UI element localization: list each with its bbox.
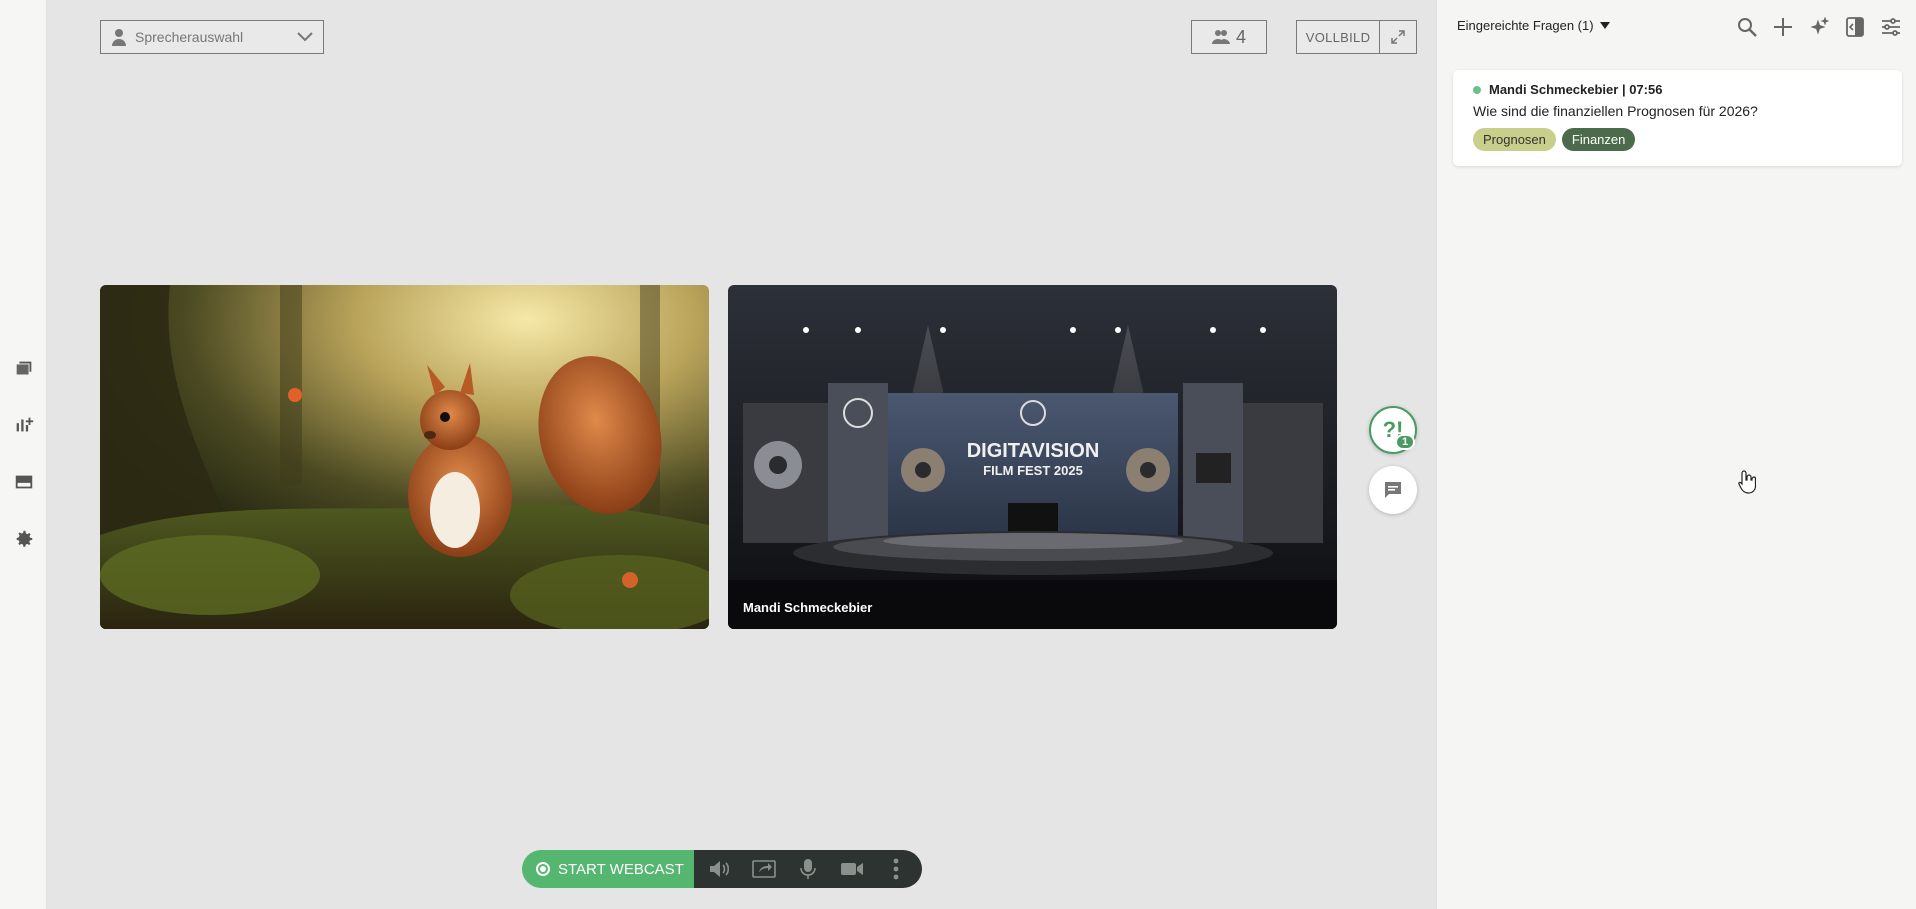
questions-filter-dropdown[interactable]: Eingereichte Fragen (1) — [1457, 18, 1610, 33]
question-tags: Prognosen Finanzen — [1473, 128, 1882, 151]
chevron-down-icon — [297, 32, 313, 42]
film-fest-stage-image: DIGITAVISION FILM FEST 2025 — [728, 285, 1337, 629]
more-options-button[interactable] — [884, 857, 908, 881]
left-rail — [0, 0, 47, 909]
fullscreen-button[interactable]: VOLLBILD — [1296, 20, 1417, 54]
search-icon — [1738, 18, 1757, 37]
speaker-user-icon — [112, 29, 126, 46]
sliders-icon — [1882, 18, 1900, 36]
stage-banner-line1: DIGITAVISION — [967, 440, 1100, 462]
questions-panel: Eingereichte Fragen (1) Mandi Schmeckebi… — [1436, 0, 1916, 909]
hand-cursor-icon — [1738, 470, 1756, 494]
record-icon — [536, 862, 550, 876]
questions-toolbar — [1736, 16, 1902, 38]
plus-icon — [1774, 18, 1792, 36]
video-tile-2-name: Mandi Schmeckebier — [743, 600, 873, 615]
status-dot — [1473, 85, 1481, 94]
share-screen-button[interactable] — [752, 857, 776, 881]
poll-add-icon[interactable] — [12, 413, 36, 437]
questions-fab-button[interactable]: ?! 1 — [1369, 406, 1417, 454]
add-question-button[interactable] — [1772, 16, 1794, 38]
settings-gear-icon[interactable] — [12, 527, 36, 551]
ai-sparkle-button[interactable] — [1808, 16, 1830, 38]
squirrel-forest-image — [100, 285, 709, 629]
search-button[interactable] — [1736, 16, 1758, 38]
participants-count: 4 — [1235, 26, 1246, 47]
speaker-volume-button[interactable] — [708, 857, 732, 881]
chat-icon — [1385, 482, 1401, 498]
microphone-button[interactable] — [796, 857, 820, 881]
questions-panel-title: Eingereichte Fragen (1) — [1457, 18, 1594, 33]
stage-banner-line2: FILM FEST 2025 — [983, 463, 1083, 478]
camera-button[interactable] — [840, 857, 864, 881]
panel-collapse-icon — [1846, 17, 1864, 37]
video-tile-2[interactable]: DIGITAVISION FILM FEST 2025 Mandi Schmec… — [728, 285, 1337, 629]
expand-icon — [1380, 21, 1416, 53]
share-screen-icon — [752, 860, 776, 878]
microphone-icon — [800, 859, 816, 879]
question-card[interactable]: Mandi Schmeckebier | 07:56 Wie sind die … — [1453, 70, 1902, 166]
tag-prognosen[interactable]: Prognosen — [1473, 128, 1556, 151]
collapse-panel-button[interactable] — [1844, 16, 1866, 38]
volume-icon — [709, 861, 729, 877]
banner-icon[interactable] — [12, 470, 36, 494]
speaker-select-dropdown[interactable]: Sprecherauswahl — [100, 20, 324, 54]
sparkle-icon — [1810, 17, 1829, 35]
tag-finanzen[interactable]: Finanzen — [1561, 128, 1636, 151]
participants-count-button[interactable]: 4 — [1191, 20, 1267, 54]
more-vertical-icon — [893, 858, 899, 880]
caret-down-icon — [1599, 22, 1610, 29]
video-tile-1[interactable] — [100, 285, 709, 629]
start-webcast-button[interactable]: START WEBCAST — [522, 850, 694, 888]
speaker-select-placeholder: Sprecherauswahl — [135, 29, 244, 45]
chat-fab-button[interactable] — [1369, 466, 1417, 514]
question-text: Wie sind die finanziellen Prognosen für … — [1473, 103, 1758, 119]
participants-icon — [1211, 30, 1230, 44]
start-webcast-label: START WEBCAST — [558, 860, 684, 878]
questions-badge: 1 — [1395, 434, 1415, 450]
stage-area: Sprecherauswahl 4 VOLLBILD DIGITAVISION … — [48, 0, 1436, 909]
filter-settings-button[interactable] — [1880, 16, 1902, 38]
question-author-time: Mandi Schmeckebier | 07:56 — [1489, 82, 1663, 97]
webcast-control-bar: START WEBCAST — [522, 850, 922, 888]
fullscreen-label: VOLLBILD — [1297, 21, 1380, 53]
camera-icon — [840, 863, 863, 875]
media-library-icon[interactable] — [12, 357, 36, 381]
